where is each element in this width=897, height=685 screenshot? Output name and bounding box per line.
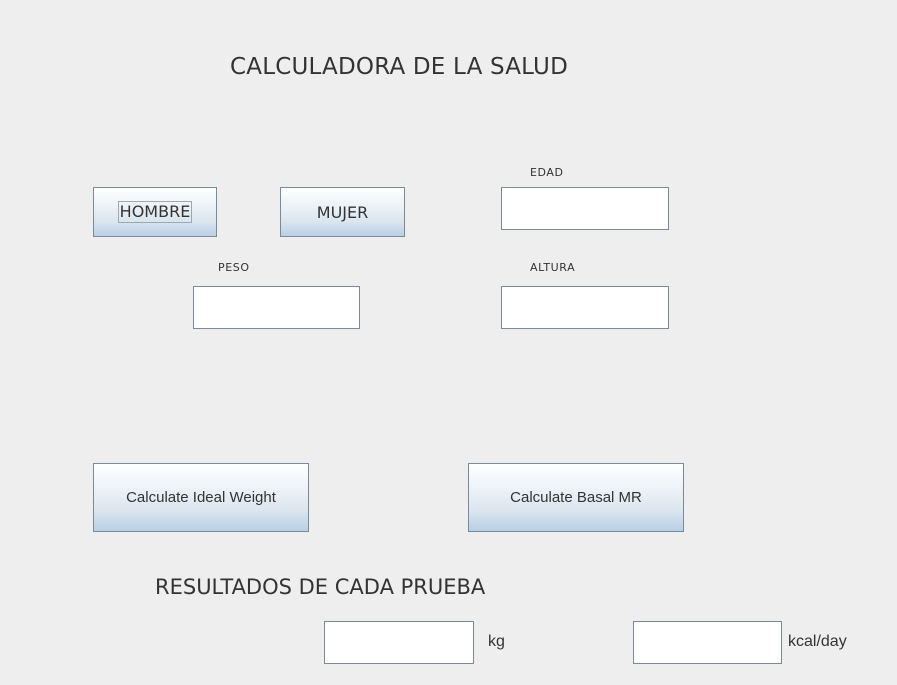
basal-mr-result-field[interactable]: [633, 621, 782, 664]
height-field[interactable]: [501, 286, 669, 329]
age-label: EDAD: [530, 166, 564, 179]
ideal-weight-result-field[interactable]: [324, 621, 474, 664]
calculate-ideal-weight-label: Calculate Ideal Weight: [126, 489, 276, 506]
basal-mr-unit-label: kcal/day: [788, 633, 847, 650]
app-title: CALCULADORA DE LA SALUD: [230, 54, 568, 80]
weight-field[interactable]: [193, 286, 360, 329]
results-title: RESULTADOS DE CADA PRUEBA: [155, 575, 486, 599]
male-button[interactable]: HOMBRE: [93, 187, 217, 237]
age-field[interactable]: [501, 187, 669, 230]
calculate-basal-mr-label: Calculate Basal MR: [510, 489, 642, 506]
calculate-basal-mr-button[interactable]: Calculate Basal MR: [468, 463, 684, 532]
calculate-ideal-weight-button[interactable]: Calculate Ideal Weight: [93, 463, 309, 532]
ideal-weight-unit-label: kg: [488, 633, 505, 650]
female-button-label: MUJER: [316, 202, 369, 222]
height-label: ALTURA: [530, 261, 576, 274]
female-button[interactable]: MUJER: [280, 187, 405, 237]
weight-label: PESO: [218, 261, 250, 274]
male-button-label: HOMBRE: [117, 201, 193, 223]
